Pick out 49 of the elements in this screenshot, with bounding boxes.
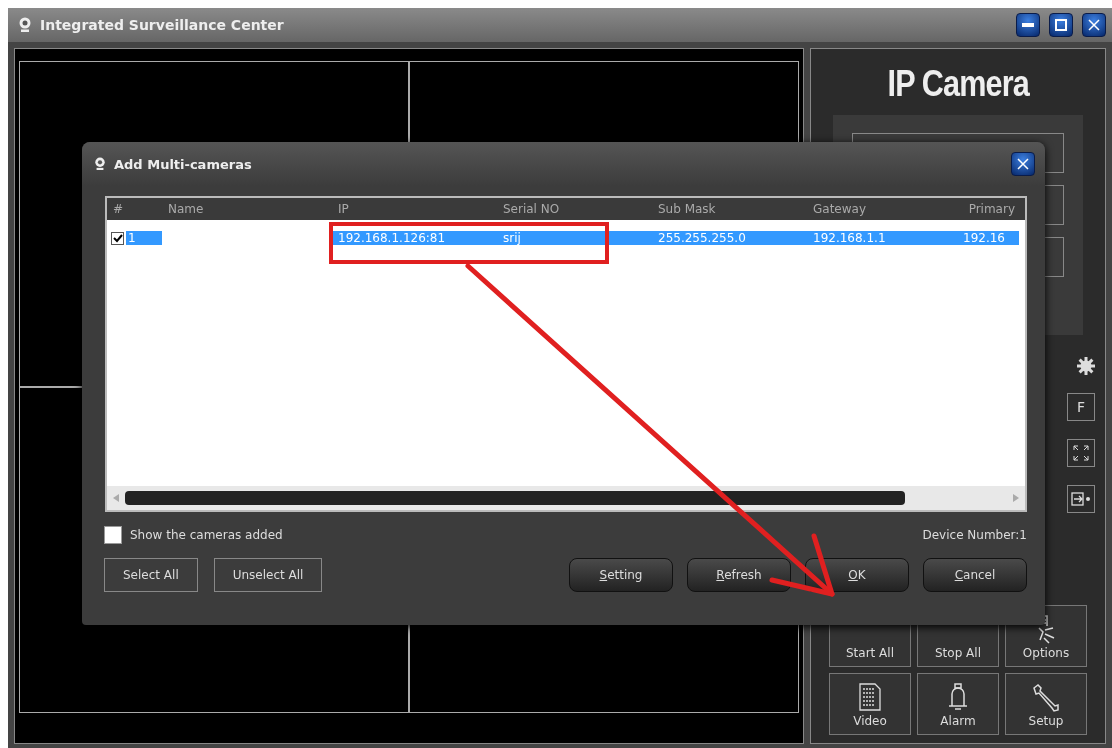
checkbox[interactable]	[104, 526, 122, 544]
expand-icon	[1073, 445, 1089, 461]
table-cell: 1	[126, 231, 162, 245]
table-cell: 192.16	[957, 231, 1019, 245]
table-cell: srij	[497, 231, 652, 245]
maximize-icon	[1055, 19, 1067, 31]
table-cell: 192.168.1.126:81	[332, 231, 497, 245]
maximize-button[interactable]	[1049, 13, 1073, 37]
table-cell: 192.168.1.1	[807, 231, 957, 245]
webcam-icon	[18, 17, 32, 33]
panel-button[interactable]: Setup	[1005, 673, 1087, 735]
window-title: Integrated Surveillance Center	[40, 17, 285, 33]
table-cell: 255.255.255.0	[652, 231, 807, 245]
close-button[interactable]	[1011, 152, 1035, 176]
panel-button[interactable]: Video	[829, 673, 911, 735]
f-key-button[interactable]: F	[1067, 393, 1095, 421]
select-button[interactable]: Select All	[104, 558, 198, 592]
settings-icon[interactable]	[1077, 357, 1095, 375]
column-header[interactable]: IP	[332, 202, 497, 216]
column-header[interactable]: #	[107, 202, 162, 216]
dialog-title: Add Multi-cameras	[114, 156, 253, 172]
close-icon	[1017, 158, 1029, 170]
select-button[interactable]: Unselect All	[213, 558, 323, 592]
row-checkbox[interactable]	[111, 231, 124, 245]
scroll-thumb[interactable]	[125, 491, 905, 505]
close-icon	[1088, 19, 1100, 31]
dialog-button[interactable]: Setting	[569, 558, 673, 592]
fullscreen-button[interactable]	[1067, 439, 1095, 467]
horizontal-scrollbar[interactable]	[107, 486, 1025, 510]
panel-button[interactable]: Alarm	[917, 673, 999, 735]
dialog-button[interactable]: Refresh	[687, 558, 791, 592]
film-document-icon	[858, 682, 882, 712]
wrench-icon	[1031, 682, 1061, 712]
minimize-icon	[1022, 23, 1034, 27]
minimize-button[interactable]	[1016, 13, 1040, 37]
column-header[interactable]: Gateway	[807, 202, 957, 216]
checkbox-label: Show the cameras added	[130, 528, 283, 542]
webcam-icon	[94, 157, 106, 171]
column-header[interactable]: Sub Mask	[652, 202, 807, 216]
column-header[interactable]: Primary	[957, 202, 1019, 216]
exit-button[interactable]	[1067, 485, 1095, 513]
panel-title: IP Camera	[887, 63, 1029, 105]
close-button[interactable]	[1082, 13, 1106, 37]
column-header[interactable]: Name	[162, 202, 332, 216]
column-header[interactable]: Serial NO	[497, 202, 652, 216]
bell-icon	[946, 682, 970, 712]
dialog-button[interactable]: Cancel	[923, 558, 1027, 592]
exit-icon	[1071, 492, 1091, 506]
device-count: Device Number:1	[922, 528, 1027, 542]
